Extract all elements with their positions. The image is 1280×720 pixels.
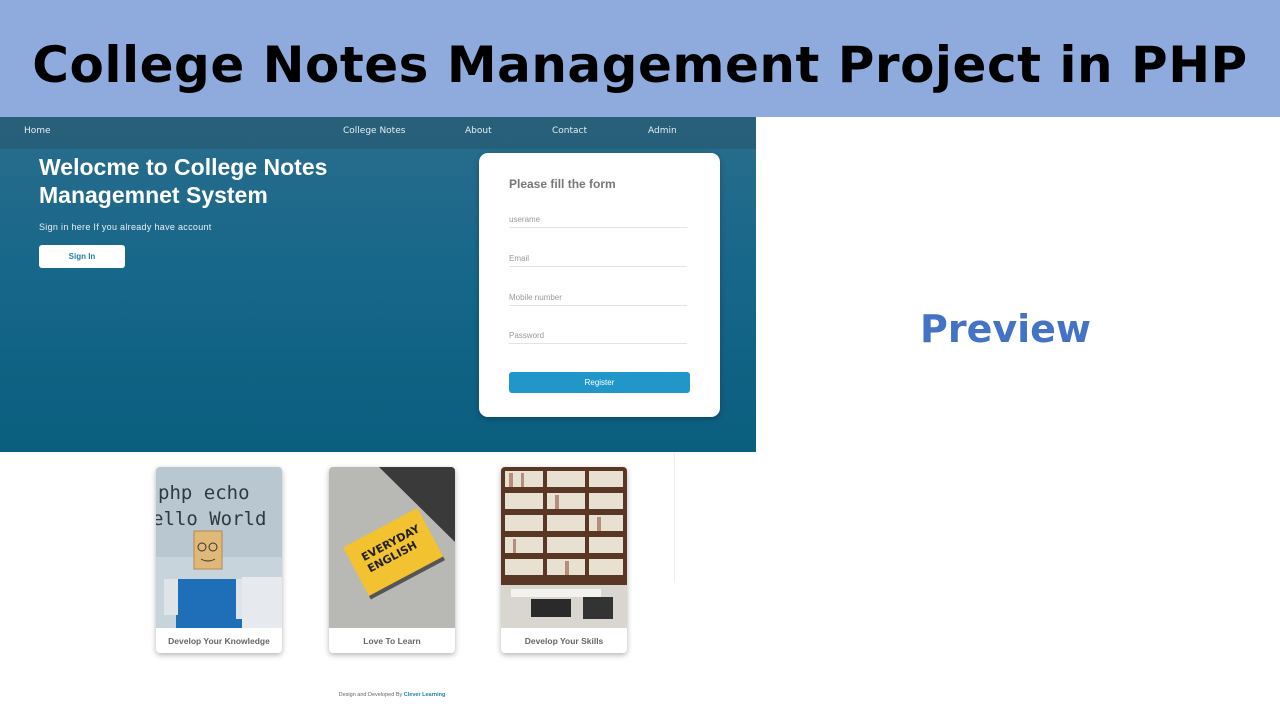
footer: Design and Developed By Clever Learning (0, 692, 756, 698)
hero-subtext: Sign in here If you already have account (39, 222, 212, 232)
hero-section: Home College Notes About Contact Admin W… (0, 117, 756, 452)
divider (674, 452, 675, 582)
card-label: Love To Learn (363, 635, 421, 646)
php-echo-image: php echo ello World (156, 467, 282, 628)
nav-contact[interactable]: Contact (552, 126, 587, 136)
card-label: Develop Your Skills (524, 635, 604, 646)
feature-card-skills[interactable]: Develop Your Skills (501, 467, 627, 653)
banner-title: College Notes Management Project in PHP (32, 35, 1248, 94)
mobile-number-input[interactable] (509, 289, 687, 306)
navbar: Home College Notes About Contact Admin (0, 117, 756, 149)
register-button[interactable]: Register (509, 372, 690, 393)
registration-form: Please fill the form Register (479, 153, 720, 417)
preview-label: Preview (920, 307, 1092, 351)
nav-home[interactable]: Home (24, 126, 51, 136)
username-input[interactable] (509, 211, 687, 228)
password-input[interactable] (509, 327, 687, 344)
title-banner: College Notes Management Project in PHP (0, 0, 1280, 117)
nav-about[interactable]: About (465, 126, 492, 136)
everyday-english-book-image: EVERYDAY ENGLISH (329, 467, 455, 628)
nav-college-notes[interactable]: College Notes (343, 126, 405, 136)
hero-heading: Welocme to College Notes Managemnet Syst… (39, 154, 328, 208)
sign-in-button[interactable]: Sign In (39, 245, 125, 268)
email-input[interactable] (509, 250, 687, 267)
footer-text: Design and Developed By (338, 692, 404, 698)
nav-admin[interactable]: Admin (648, 126, 677, 136)
card-label: Develop Your Knowledge (168, 635, 270, 646)
website-screenshot: Home College Notes About Contact Admin W… (0, 117, 756, 720)
library-bookshelves-image (501, 467, 627, 628)
form-title: Please fill the form (509, 177, 616, 191)
feature-card-knowledge[interactable]: php echo ello World Develop Your Knowled… (156, 467, 282, 653)
footer-brand-link[interactable]: Clever Learning (404, 692, 446, 698)
feature-card-learn[interactable]: EVERYDAY ENGLISH Love To Learn (329, 467, 455, 653)
svg-text:php echo: php echo (158, 482, 250, 504)
svg-text:ello World: ello World (156, 508, 266, 530)
